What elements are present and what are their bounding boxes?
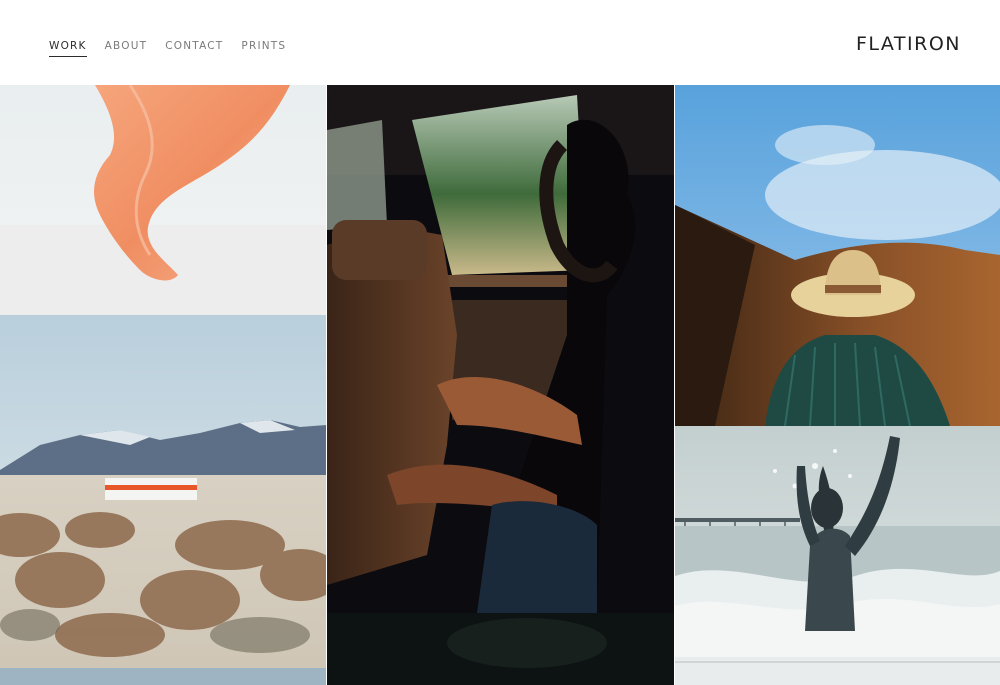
photo-straw-hat <box>675 85 1000 426</box>
gallery-image-straw-hat[interactable] <box>675 85 1000 426</box>
photo-col3-next <box>675 657 1000 685</box>
gallery-image-ocean-splash[interactable] <box>675 426 1000 657</box>
gallery-image-car-interior[interactable] <box>327 85 674 613</box>
gallery-image-orange-fabric[interactable] <box>0 85 326 315</box>
photo-car-interior <box>327 85 674 613</box>
gallery-image-col3-next[interactable] <box>675 657 1000 685</box>
nav-link-prints[interactable]: PRINTS <box>241 40 286 57</box>
nav-link-contact[interactable]: CONTACT <box>165 40 223 57</box>
photo-desert-trailer <box>0 315 326 668</box>
site-logo[interactable]: FLATIRON <box>856 33 961 55</box>
gallery-image-desert-trailer[interactable] <box>0 315 326 668</box>
site-header: WORK ABOUT CONTACT PRINTS FLATIRON <box>0 0 1000 85</box>
photo-orange-fabric <box>0 85 326 315</box>
main-nav: WORK ABOUT CONTACT PRINTS <box>49 40 304 57</box>
photo-col2-next <box>327 613 674 685</box>
nav-link-work[interactable]: WORK <box>49 40 87 57</box>
gallery-image-col1-next[interactable] <box>0 668 326 685</box>
gallery-image-col2-next[interactable] <box>327 613 674 685</box>
nav-link-about[interactable]: ABOUT <box>105 40 148 57</box>
photo-ocean-splash <box>675 426 1000 657</box>
photo-col1-next <box>0 668 326 685</box>
